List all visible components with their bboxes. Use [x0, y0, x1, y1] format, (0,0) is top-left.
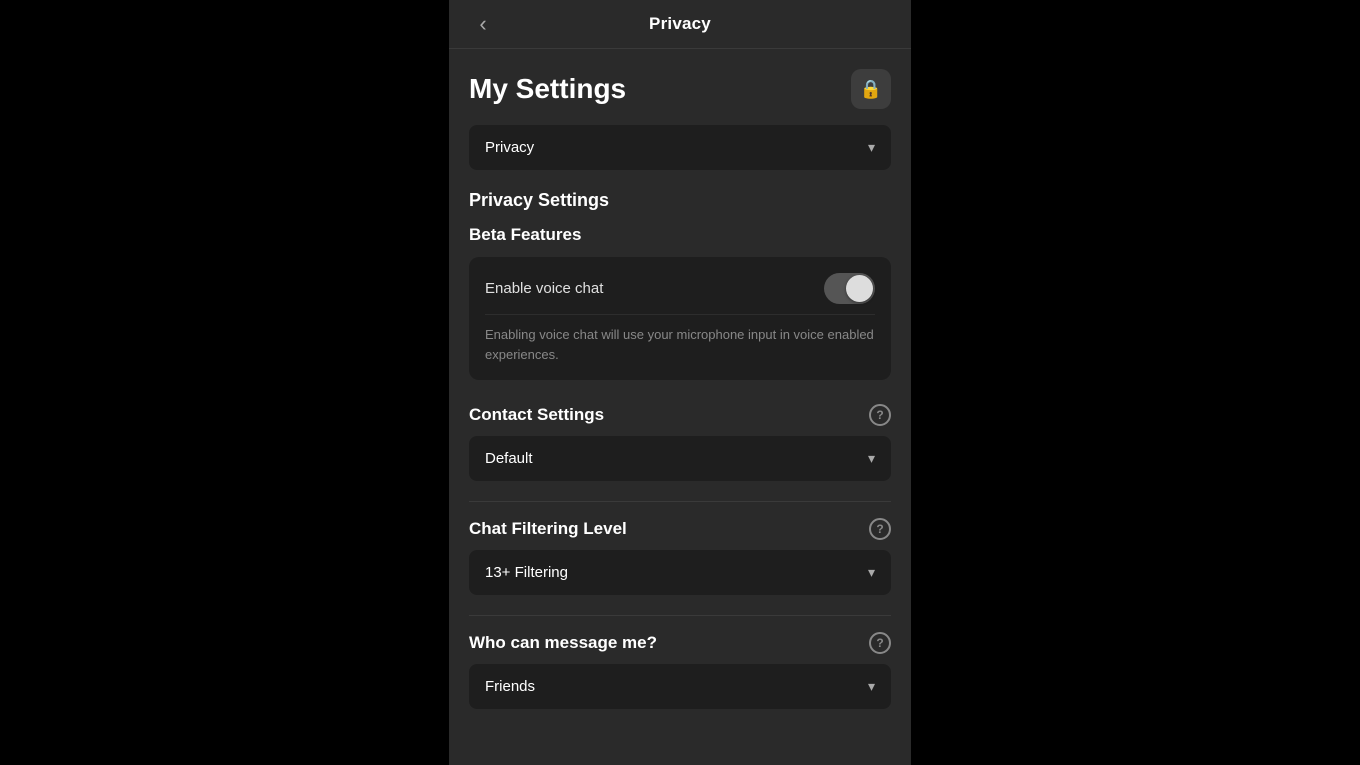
divider-1 [469, 501, 891, 502]
privacy-settings-heading: Privacy Settings [469, 190, 891, 211]
chat-filtering-row: Chat Filtering Level ? [469, 518, 891, 540]
chat-filtering-heading: Chat Filtering Level [469, 519, 627, 539]
contact-settings-dropdown[interactable]: Default ▾ [469, 436, 891, 481]
beta-features-card: Enable voice chat Enabling voice chat wi… [469, 257, 891, 380]
contact-settings-chevron: ▾ [868, 450, 875, 467]
voice-chat-description: Enabling voice chat will use your microp… [485, 314, 875, 364]
back-icon: ‹ [479, 11, 486, 37]
voice-chat-row: Enable voice chat [485, 273, 875, 304]
who-can-message-row: Who can message me? ? [469, 632, 891, 654]
chat-filtering-help-icon[interactable]: ? [869, 518, 891, 540]
chat-filtering-chevron: ▾ [868, 564, 875, 581]
who-can-message-help-icon[interactable]: ? [869, 632, 891, 654]
who-can-message-dropdown[interactable]: Friends ▾ [469, 664, 891, 709]
content-area: My Settings 🔒 Privacy ▾ Privacy Settings… [449, 49, 911, 765]
contact-settings-row: Contact Settings ? [469, 404, 891, 426]
divider-2 [469, 615, 891, 616]
who-can-message-heading: Who can message me? [469, 633, 657, 653]
who-can-message-chevron: ▾ [868, 678, 875, 695]
page-title: My Settings [469, 73, 626, 105]
category-dropdown[interactable]: Privacy ▾ [469, 125, 891, 170]
lock-button[interactable]: 🔒 [851, 69, 891, 109]
chat-filtering-value: 13+ Filtering [485, 564, 568, 581]
settings-header-row: My Settings 🔒 [469, 69, 891, 109]
lock-icon: 🔒 [860, 79, 882, 100]
beta-features-heading: Beta Features [469, 225, 891, 245]
category-dropdown-value: Privacy [485, 139, 534, 156]
who-can-message-value: Friends [485, 678, 535, 695]
back-button[interactable]: ‹ [465, 6, 501, 42]
top-nav: ‹ Privacy [449, 0, 911, 49]
nav-title: Privacy [649, 14, 711, 34]
contact-settings-help-icon[interactable]: ? [869, 404, 891, 426]
contact-settings-heading: Contact Settings [469, 405, 604, 425]
phone-container: ‹ Privacy My Settings 🔒 Privacy ▾ Privac… [449, 0, 911, 765]
category-dropdown-chevron: ▾ [868, 139, 875, 156]
contact-settings-value: Default [485, 450, 533, 467]
voice-chat-toggle[interactable] [824, 273, 875, 304]
chat-filtering-dropdown[interactable]: 13+ Filtering ▾ [469, 550, 891, 595]
voice-chat-label: Enable voice chat [485, 280, 603, 297]
toggle-knob [846, 275, 873, 302]
